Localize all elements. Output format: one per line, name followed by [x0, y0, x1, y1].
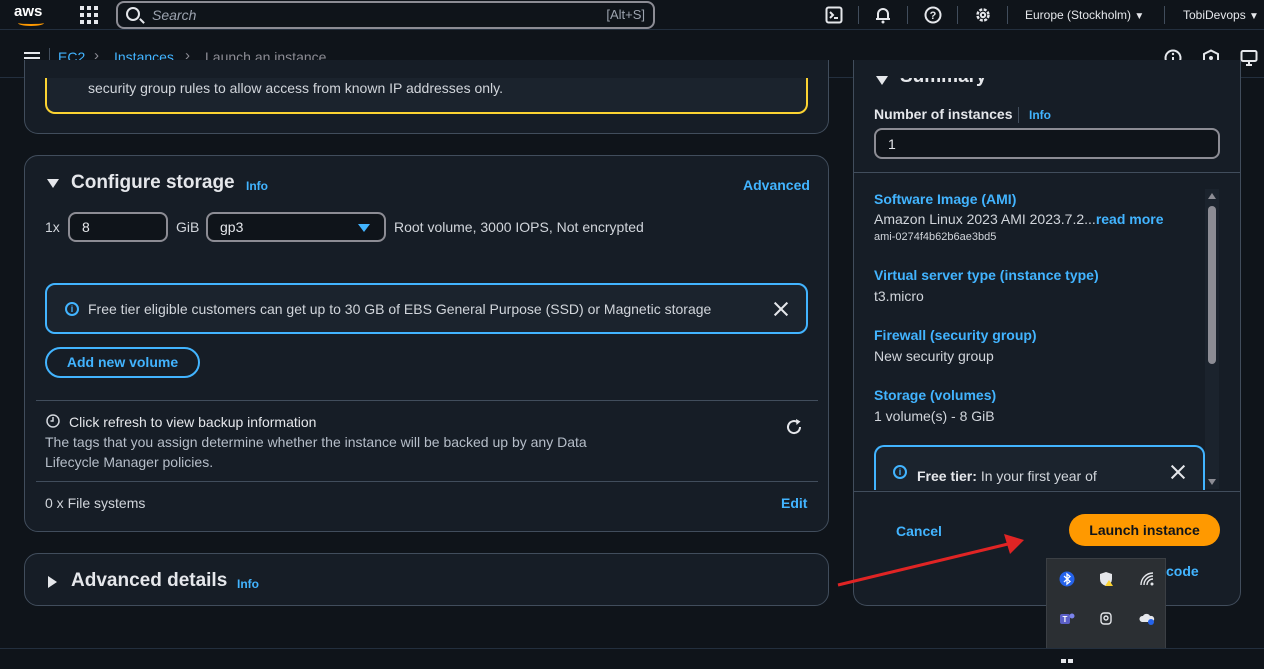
- divider: [957, 6, 958, 24]
- scroll-up-icon[interactable]: [1208, 193, 1216, 199]
- storage-link[interactable]: Storage (volumes): [874, 387, 996, 403]
- monitor-icon[interactable]: [1240, 49, 1258, 67]
- ami-value-text: Amazon Linux 2023 AMI 2023.7.2...: [874, 211, 1096, 227]
- volume-size-input[interactable]: [68, 212, 168, 242]
- free-tier-alert-text: Free tier eligible customers can get up …: [88, 301, 712, 317]
- launch-instance-button[interactable]: Launch instance: [1069, 514, 1220, 546]
- close-icon[interactable]: [1170, 464, 1186, 480]
- backup-title: Click refresh to view backup information: [69, 414, 317, 430]
- search-box[interactable]: [Alt+S]: [116, 1, 655, 29]
- gear-icon[interactable]: [974, 6, 992, 24]
- divider: [36, 400, 818, 401]
- annotation-arrow: [837, 534, 1024, 587]
- expand-caret-icon[interactable]: [48, 576, 57, 588]
- collapse-caret-icon[interactable]: [47, 179, 59, 188]
- num-instances-info-link[interactable]: Info: [1029, 108, 1051, 122]
- free-tier-summary-alert: i Free tier: In your first year of: [874, 445, 1205, 490]
- divider: [907, 6, 908, 24]
- webcam-icon[interactable]: [1098, 611, 1114, 627]
- system-tray-popup: T: [1046, 558, 1166, 663]
- services-grid-icon[interactable]: [80, 6, 98, 24]
- scroll-thumb[interactable]: [1208, 206, 1216, 364]
- security-shield-icon[interactable]: [1098, 571, 1114, 587]
- warning-text: security group rules to allow access fro…: [88, 80, 504, 96]
- volume-details: Root volume, 3000 IOPS, Not encrypted: [394, 219, 644, 235]
- firewall-value: New security group: [874, 348, 994, 364]
- svg-text:?: ?: [930, 10, 937, 22]
- search-shortcut: [Alt+S]: [606, 7, 645, 22]
- refresh-icon[interactable]: [785, 418, 803, 436]
- volume-type-select[interactable]: gp3: [206, 212, 386, 242]
- account-label: TobiDevops: [1183, 8, 1246, 22]
- divider: [1007, 6, 1008, 24]
- free-tier-storage-alert: i Free tier eligible customers can get u…: [45, 283, 808, 334]
- divider: [854, 172, 1240, 173]
- volume-multiplier: 1x: [45, 219, 60, 235]
- read-more-link[interactable]: read more: [1096, 211, 1164, 227]
- divider: [854, 491, 1240, 492]
- scroll-down-icon[interactable]: [1208, 479, 1216, 485]
- aws-logo-text: aws: [14, 3, 43, 20]
- num-instances-label: Number of instances: [874, 106, 1013, 122]
- cloudshell-icon[interactable]: [825, 6, 843, 24]
- free-tier-summary-text: Free tier: In your first year of: [917, 468, 1097, 484]
- storage-value: 1 volume(s) - 8 GiB: [874, 408, 995, 424]
- info-circle-icon: i: [893, 465, 907, 479]
- bell-icon[interactable]: [874, 6, 892, 24]
- aws-smile-icon: [18, 20, 44, 26]
- account-menu[interactable]: TobiDevops ▼: [1183, 8, 1259, 22]
- advanced-link[interactable]: Advanced: [743, 177, 810, 193]
- instance-type-value: t3.micro: [874, 288, 924, 304]
- svg-text:T: T: [1063, 615, 1068, 624]
- divider: [1164, 6, 1165, 24]
- aws-logo[interactable]: aws: [14, 3, 54, 27]
- backup-desc-1: The tags that you assign determine wheth…: [45, 434, 587, 450]
- help-icon[interactable]: ?: [924, 6, 942, 24]
- onedrive-sync-icon[interactable]: [1139, 611, 1155, 627]
- divider: [858, 6, 859, 24]
- search-icon: [126, 7, 140, 21]
- firewall-link[interactable]: Firewall (security group): [874, 327, 1037, 343]
- free-tier-label: Free tier:: [917, 468, 977, 484]
- advanced-details-title: Advanced details: [71, 570, 228, 591]
- wifi-icon[interactable]: [1139, 571, 1155, 587]
- ami-value: Amazon Linux 2023 AMI 2023.7.2...read mo…: [874, 211, 1164, 227]
- free-tier-text: In your first year of: [980, 468, 1097, 484]
- bluetooth-icon[interactable]: [1059, 571, 1075, 587]
- collapse-caret-icon[interactable]: [876, 76, 888, 85]
- edit-file-systems-link[interactable]: Edit: [781, 495, 807, 511]
- divider: [36, 481, 818, 482]
- chevron-down-icon: ▼: [1249, 11, 1259, 22]
- preview-code-link[interactable]: code: [1166, 563, 1199, 579]
- region-selector[interactable]: Europe (Stockholm) ▼: [1025, 8, 1144, 22]
- top-nav-bar: aws [Alt+S] ? Europe (Stockholm) ▼ TobiD…: [0, 0, 1264, 30]
- volume-type-value: gp3: [220, 219, 244, 235]
- add-new-volume-button[interactable]: Add new volume: [45, 347, 200, 378]
- advanced-details-info-link[interactable]: Info: [237, 577, 259, 591]
- backup-desc-2: Lifecycle Manager policies.: [45, 454, 214, 470]
- chevron-down-icon: ▼: [1134, 11, 1145, 22]
- security-warning-alert: security group rules to allow access fro…: [45, 78, 808, 114]
- region-label: Europe (Stockholm): [1025, 8, 1132, 22]
- close-icon[interactable]: [773, 301, 789, 317]
- search-input[interactable]: [152, 6, 592, 24]
- summary-scrollbar[interactable]: [1205, 189, 1219, 489]
- file-systems-count: 0 x File systems: [45, 495, 146, 511]
- caret-down-icon: [358, 224, 370, 232]
- teams-icon[interactable]: T: [1059, 611, 1075, 627]
- clock-icon: [46, 414, 60, 428]
- ami-id: ami-0274f4b62b6ae3bd5: [874, 231, 997, 243]
- num-instances-input[interactable]: [874, 128, 1220, 159]
- storage-title: Configure storage: [71, 172, 235, 193]
- volume-unit: GiB: [176, 219, 200, 235]
- divider: [1018, 107, 1019, 123]
- ami-label-link[interactable]: Software Image (AMI): [874, 191, 1016, 207]
- storage-info-link[interactable]: Info: [246, 179, 268, 193]
- instance-type-link[interactable]: Virtual server type (instance type): [874, 267, 1099, 283]
- info-circle-icon: i: [65, 302, 79, 316]
- footer-bar: [0, 648, 1264, 659]
